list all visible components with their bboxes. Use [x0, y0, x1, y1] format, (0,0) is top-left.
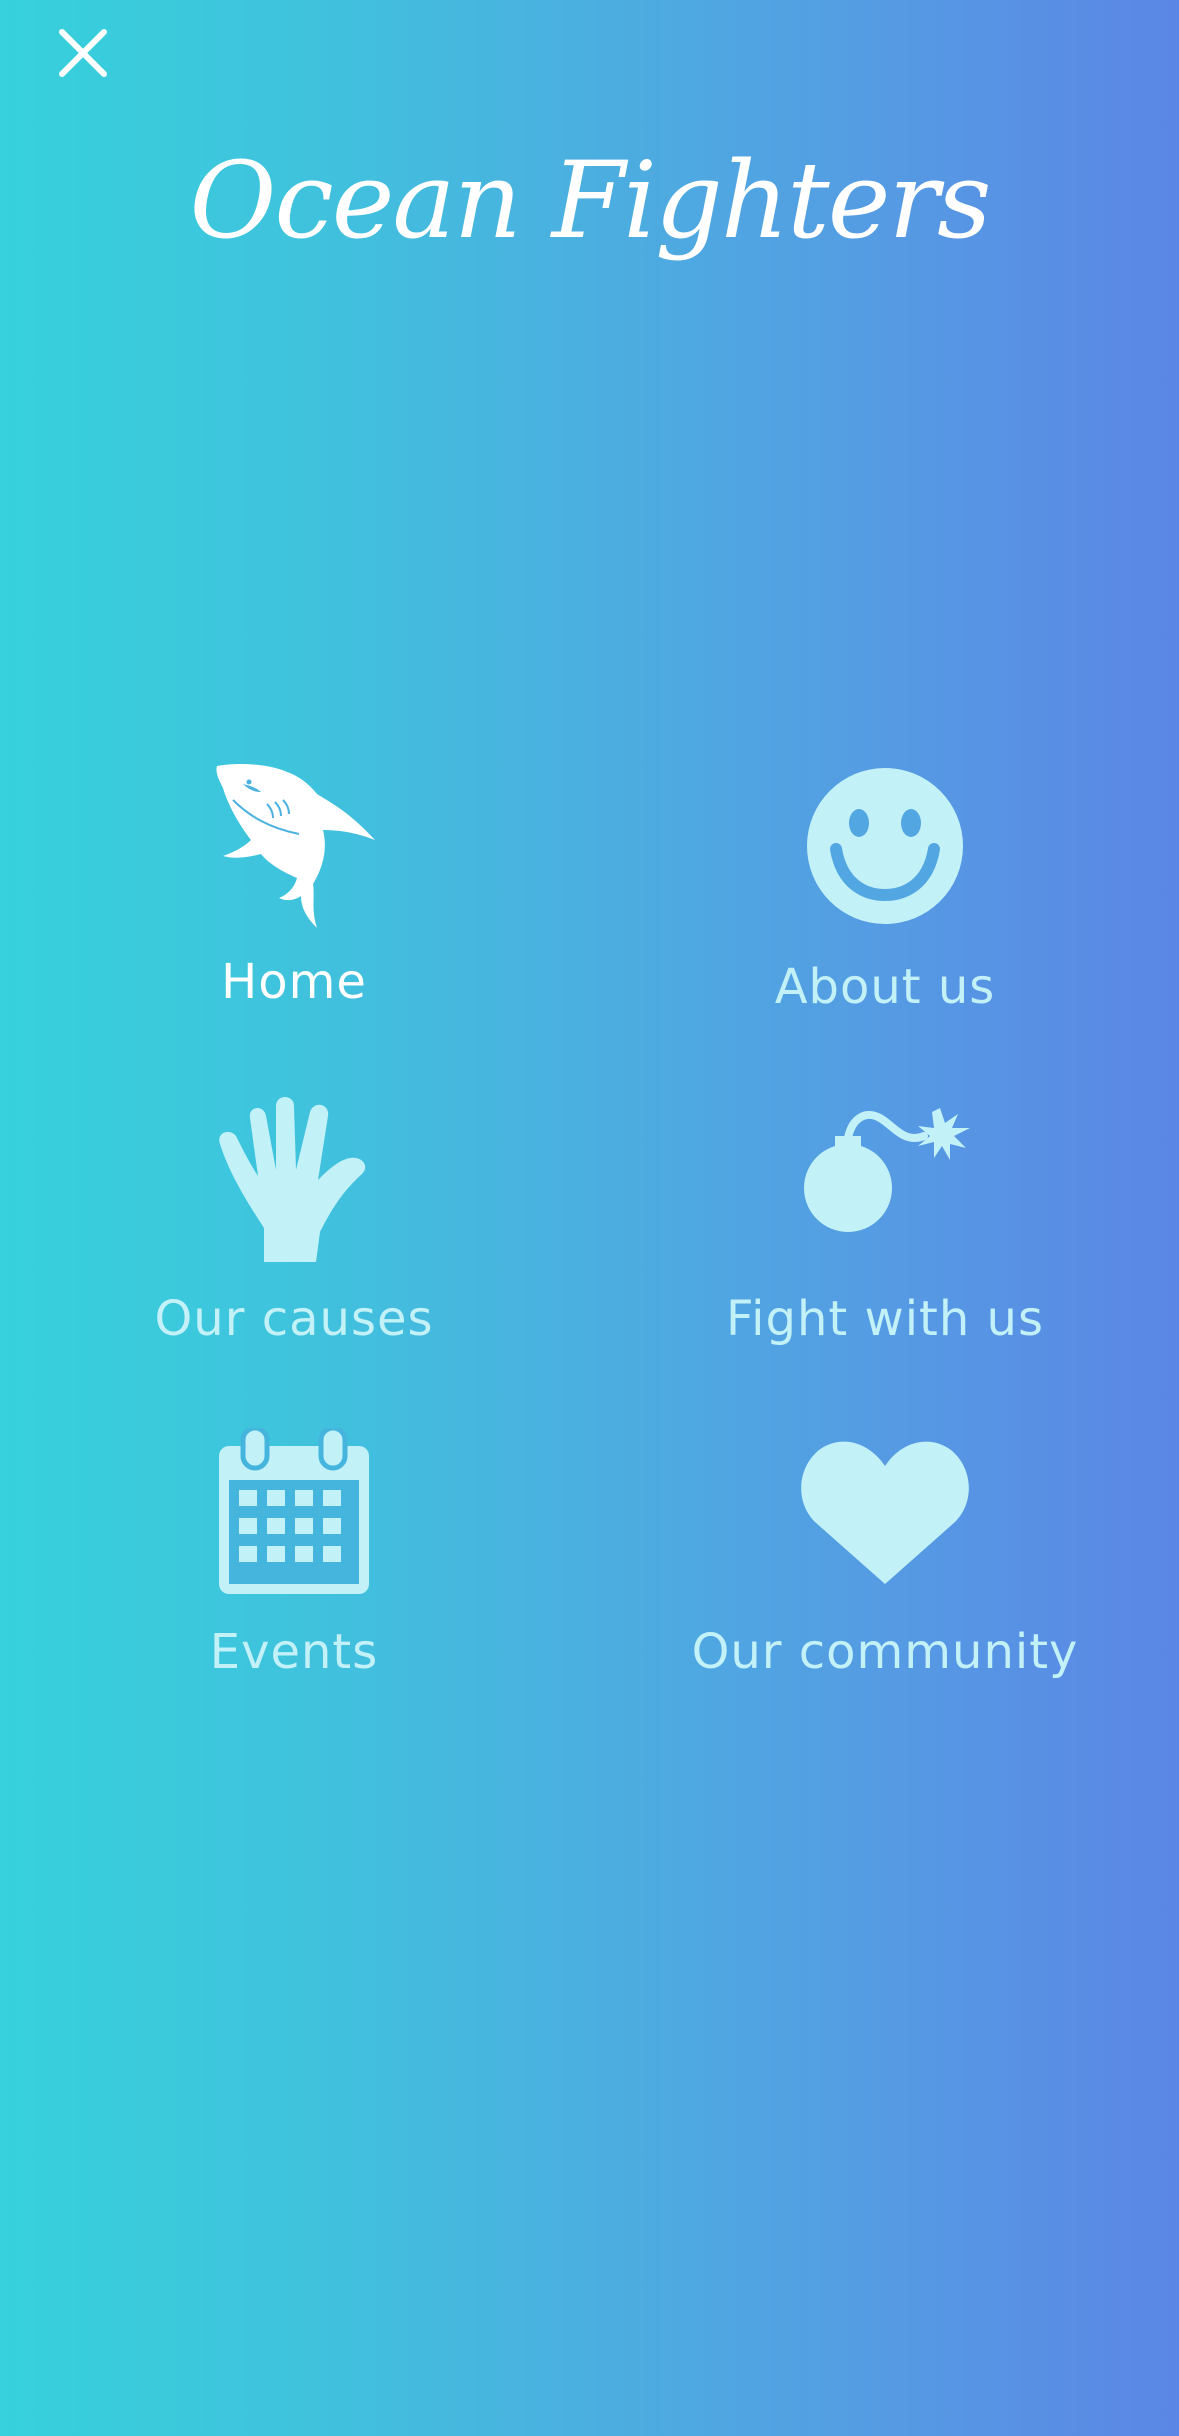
app-title: Ocean Fighters — [189, 139, 991, 262]
menu-label-about-us: About us — [774, 959, 996, 1015]
calendar-icon — [219, 1428, 369, 1594]
menu-label-our-community: Our community — [691, 1624, 1079, 1680]
menu-label-events: Events — [209, 1624, 379, 1680]
menu-label-fight-with-us: Fight with us — [726, 1291, 1044, 1347]
smiley-icon — [807, 768, 963, 924]
menu-item-our-community[interactable]: Our community — [635, 1428, 1135, 1688]
hand-icon — [219, 1097, 366, 1262]
menu-item-fight-with-us[interactable]: Fight with us — [635, 1096, 1135, 1356]
menu-item-events[interactable]: Events — [44, 1428, 544, 1688]
close-icon — [59, 29, 107, 77]
shark-icon — [216, 764, 375, 928]
menu-label-our-causes: Our causes — [154, 1291, 434, 1347]
bomb-icon — [804, 1108, 970, 1232]
menu-item-home[interactable]: Home — [44, 760, 544, 1020]
heart-icon — [801, 1441, 969, 1584]
menu-item-about-us[interactable]: About us — [635, 760, 1135, 1020]
menu-label-home: Home — [221, 954, 367, 1010]
menu-item-our-causes[interactable]: Our causes — [44, 1096, 544, 1356]
close-button[interactable] — [52, 22, 114, 84]
